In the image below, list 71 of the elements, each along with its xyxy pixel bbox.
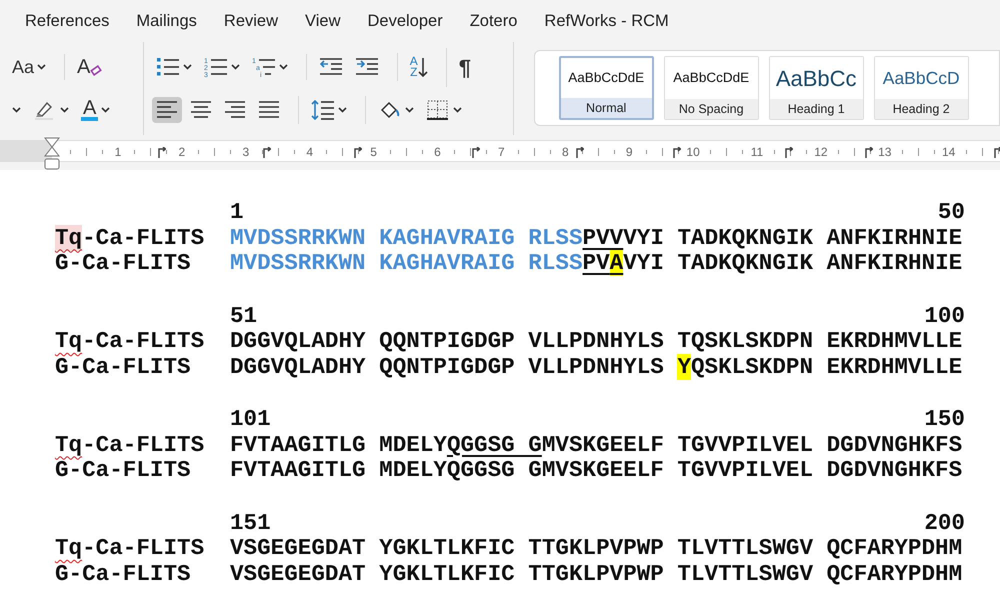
caret-icon — [278, 64, 288, 70]
sequence-name: Tq-Ca-FLITS — [55, 226, 206, 251]
ribbon-tab[interactable]: Review — [224, 8, 278, 34]
align-right-icon — [224, 100, 246, 120]
justify-icon — [258, 100, 280, 120]
sequence-name: G-Ca-FLITS — [55, 354, 192, 380]
position-number: 150 — [924, 407, 965, 432]
bullet-list-icon — [156, 56, 180, 78]
caret-icon — [452, 107, 462, 113]
down-arrow-icon — [418, 56, 428, 78]
borders-icon — [426, 99, 450, 121]
ribbon-tab[interactable]: Mailings — [136, 8, 197, 34]
tab-stop-icon[interactable] — [994, 147, 1000, 158]
style-option[interactable]: AaBbCcD Heading 2 — [874, 56, 969, 120]
tab-stop-icon[interactable] — [785, 147, 793, 158]
caret-icon — [37, 64, 46, 70]
position-number: 50 — [938, 200, 965, 226]
show-formatting-marks-button[interactable]: ¶ — [454, 48, 476, 86]
indent-marker-icon[interactable] — [44, 137, 60, 171]
increase-indent-icon — [354, 57, 379, 77]
caret-icon — [60, 107, 69, 113]
sequence-text: DGGVQLADHY QQNTPIGDGP VLLPDNHYLS YQSKLSKDPN EKRDHMVLLE — [230, 354, 964, 380]
tab-stop-icon[interactable] — [864, 147, 873, 158]
style-option[interactable]: AaBbCc Heading 1 — [768, 56, 864, 120]
style-option[interactable]: AaBbCcDdE Normal — [558, 56, 654, 120]
tab-stop-icon[interactable] — [673, 147, 682, 158]
sequence-name: Tq-Ca-FLITS — [55, 432, 206, 458]
sequence-text: VSGEGEGDAT YGKLTLKFIC TTGKLPVPWP TLVTTLSWGV QCFARYPDHM — [230, 562, 964, 587]
sequence-text: FVTAAGITLG MDELYQGGSG GMVSKGEELF TGVVPILVEL DGDVNGHKFS — [230, 432, 964, 458]
tab-stop-icon[interactable] — [158, 147, 166, 158]
tab-stop-icon[interactable] — [354, 147, 362, 158]
caret-icon — [338, 107, 347, 113]
clear-formatting-button[interactable]: A — [73, 54, 106, 80]
sequence-name: G-Ca-FLITS — [55, 251, 192, 276]
align-center-icon — [190, 100, 212, 120]
align-left-button[interactable] — [152, 97, 182, 123]
align-left-icon — [156, 100, 178, 120]
caret-icon — [404, 107, 414, 113]
change-case-button[interactable]: Aa — [8, 50, 50, 84]
ribbon-tab[interactable]: View — [305, 8, 340, 34]
caret-icon — [101, 107, 110, 113]
decrease-indent-icon — [318, 57, 343, 77]
position-number: 200 — [924, 510, 965, 536]
font-color-button[interactable]: A — [77, 96, 114, 124]
sequence-text: MVDSSRRKWN KAGHAVRAIG RLSSPVVVYI TADKQKNGIK ANFKIRHNIE — [230, 226, 964, 251]
sequence-name: Tq-Ca-FLITS — [55, 329, 206, 354]
ribbon-tab[interactable]: References — [25, 8, 110, 34]
sequence-name: G-Ca-FLITS — [55, 458, 192, 484]
caret-icon — [230, 64, 240, 70]
style-option[interactable]: AaBbCcDdE No Spacing — [664, 56, 759, 120]
tab-stop-icon[interactable] — [262, 147, 270, 158]
sequence-text: DGGVQLADHY QQNTPIGDGP VLLPDNHYLS TQSKLSKDPN EKRDHMVLLE — [230, 329, 964, 354]
eraser-icon — [90, 65, 102, 77]
position-number: 1 — [230, 200, 244, 226]
sequence-text: FVTAAGITLG MDELYQGGSG GMVSKGEELF TGVVPILVEL DGDVNGHKFS — [230, 458, 964, 484]
line-spacing-icon — [310, 99, 335, 121]
position-number: 100 — [924, 304, 965, 329]
position-number: 151 — [230, 510, 271, 536]
caret-icon — [182, 64, 192, 70]
sequence-name: Tq-Ca-FLITS — [55, 536, 206, 562]
sequence-name: G-Ca-FLITS — [55, 562, 192, 587]
position-number: 101 — [230, 407, 271, 432]
position-number: 51 — [230, 304, 258, 329]
ribbon-tab[interactable]: Zotero — [470, 8, 518, 34]
sort-button[interactable]: AZ — [406, 53, 432, 81]
tab-stop-icon[interactable] — [472, 147, 480, 158]
ribbon-tab[interactable]: Developer — [368, 8, 443, 34]
sequence-text: VSGEGEGDAT YGKLTLKFIC TTGKLPVPWP TLVTTLSWGV QCFARYPDHM — [230, 536, 964, 562]
ribbon-tab[interactable]: RefWorks - RCM — [544, 8, 669, 34]
caret-icon — [12, 107, 21, 113]
tab-stop-icon[interactable] — [576, 147, 584, 158]
